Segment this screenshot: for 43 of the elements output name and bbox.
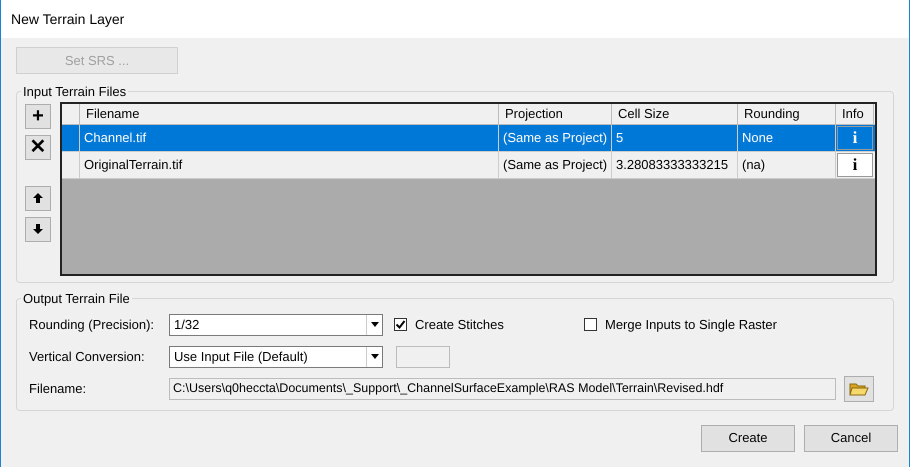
table-cell: (na) [738, 152, 836, 178]
down-button[interactable] [25, 216, 51, 242]
vertical-conversion-dropdown[interactable]: Use Input File (Default) [169, 346, 383, 368]
dropdown-arrow-icon [370, 322, 378, 327]
info-button[interactable]: i [837, 126, 873, 150]
column-header[interactable]: Info [836, 104, 874, 124]
field-label: Rounding (Precision): [29, 316, 156, 334]
add-button[interactable]: + [25, 104, 51, 128]
checkbox[interactable] [394, 318, 407, 331]
checkbox[interactable] [584, 318, 597, 331]
folder-icon [849, 380, 869, 396]
table-cell: Channel.tif [80, 124, 499, 150]
field-label: Filename: [29, 380, 88, 398]
group-title: Input Terrain Files [22, 83, 128, 101]
remove-button[interactable]: ✕ [25, 134, 51, 160]
info-button[interactable]: i [837, 152, 873, 176]
rounding-dropdown[interactable]: 1/32 [169, 314, 383, 336]
up-arrow-icon [33, 193, 43, 203]
up-button[interactable] [25, 186, 51, 210]
dropdown-arrow-icon [370, 354, 378, 359]
table-row[interactable]: Channel.tif (Same as Project) 5 None i [62, 124, 875, 152]
table-cell: 5 [612, 124, 738, 150]
cancel-button[interactable]: Cancel [804, 424, 898, 452]
table-cell: OriginalTerrain.tif [80, 152, 499, 178]
input-field[interactable] [396, 346, 450, 368]
window-title: New Terrain Layer [11, 10, 124, 29]
table-cell: 3.28083333333215 [612, 152, 738, 178]
down-arrow-icon [33, 224, 43, 234]
column-header[interactable]: Cell Size [612, 104, 738, 124]
table-row[interactable]: OriginalTerrain.tif (Same as Project) 3.28083333333215 (na) i [62, 152, 875, 178]
group-title: Output Terrain File [22, 290, 131, 308]
create-button[interactable]: Create [701, 424, 795, 452]
table-cell: (Same as Project) [499, 124, 612, 150]
table-cell: (Same as Project) [499, 152, 612, 178]
column-header[interactable]: Rounding [738, 104, 836, 124]
checkbox-label: Merge Inputs to Single Raster [605, 316, 777, 334]
column-header[interactable]: Filename [80, 104, 499, 124]
column-header[interactable]: Projection [499, 104, 612, 124]
field-label: Vertical Conversion: [29, 348, 146, 366]
filename-field[interactable]: C:\Users\q0heccta\Documents\_Support\_ChannelSurfaceExample\RAS Model\Terrain\Revised.hdf [169, 378, 836, 400]
table-cell: None [738, 124, 836, 150]
browse-button[interactable] [844, 376, 874, 402]
checkbox-label: Create Stitches [415, 316, 504, 334]
